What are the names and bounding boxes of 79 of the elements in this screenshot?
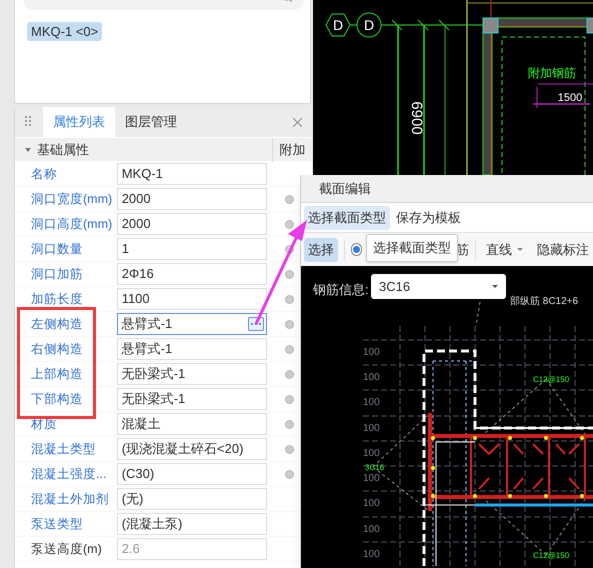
component-chip[interactable]: MKQ-1 <0> — [27, 22, 102, 41]
attach-radio[interactable] — [285, 420, 294, 428]
rebar-dropdown[interactable]: 3C16 — [371, 274, 506, 299]
rebar-annotation: C12@150 — [533, 375, 570, 384]
close-icon[interactable] — [293, 118, 302, 127]
property-value-field[interactable]: MKQ-1 — [116, 163, 268, 185]
property-label: 下部构造 — [30, 390, 84, 408]
property-value-field[interactable]: 2Φ16 — [116, 263, 268, 285]
property-value-field[interactable]: 混凝土 — [116, 413, 268, 435]
panel-tab[interactable]: 图层管理 — [115, 107, 187, 137]
axis-label: D — [332, 17, 344, 33]
property-label: 左侧构造 — [30, 316, 84, 333]
attach-radio[interactable] — [285, 344, 294, 354]
rebar-annotation: 3C16 — [365, 463, 384, 472]
attach-radio[interactable] — [285, 444, 294, 454]
dimension-label: 6900 — [408, 101, 425, 135]
property-label: 加筋长度 — [30, 290, 84, 308]
property-value-field[interactable]: 无卧梁式-1 — [116, 363, 268, 385]
property-value-field[interactable]: 无卧梁式-1 — [116, 388, 268, 410]
dropdown-arrow-icon — [492, 285, 498, 288]
panel-tab[interactable]: 属性列表 — [43, 107, 115, 137]
grid-label: 100 — [363, 423, 380, 434]
property-value-field[interactable]: 悬臂式-1 — [116, 338, 268, 360]
property-value-field[interactable]: 1100 — [116, 288, 268, 310]
tooltip: 选择截面类型 — [366, 234, 458, 262]
rebar-annotation: C12@150 — [533, 551, 570, 560]
attach-radio[interactable] — [285, 394, 294, 404]
attach-radio[interactable] — [285, 470, 294, 478]
property-label: 混凝土类型 — [30, 440, 97, 458]
grid-label: 100 — [363, 473, 380, 484]
property-value-field[interactable]: 2000 — [116, 213, 268, 235]
axis-label: D — [364, 17, 374, 33]
menu-item[interactable]: 保存为模板 — [392, 206, 465, 230]
property-value-field[interactable]: (无) — [116, 488, 268, 510]
grid-label: 100 — [363, 549, 380, 560]
property-value-field[interactable]: (C30) — [116, 463, 268, 485]
attach-radio[interactable] — [285, 320, 294, 328]
attach-radio[interactable] — [285, 220, 294, 228]
dimension-label: 1500 — [558, 92, 582, 104]
property-label: 上部构造 — [30, 366, 84, 383]
property-label: 洞口宽度(mm) — [30, 190, 114, 208]
grid-label: 100 — [363, 372, 380, 383]
rebar-note: 部纵筋 8C12+6 — [510, 294, 578, 309]
caret-icon — [517, 248, 524, 251]
grid-label: 100 — [363, 498, 380, 509]
room-label: 附加钢筋 — [528, 66, 576, 80]
property-label: 混凝土强度... — [30, 466, 108, 483]
grid-label: 100 — [363, 524, 380, 535]
grid-label: 100 — [363, 397, 380, 408]
property-label: 右侧构造 — [30, 340, 84, 358]
property-value-field[interactable]: 1 — [116, 238, 268, 260]
group-title: 基础属性 — [37, 140, 89, 159]
radio-button[interactable] — [350, 243, 362, 256]
grid-label: 100 — [363, 448, 380, 459]
column-header: 附加 — [272, 138, 312, 162]
attach-radio[interactable] — [285, 294, 294, 304]
toolbar-button[interactable]: 选择 — [304, 238, 338, 262]
attach-radio[interactable] — [285, 270, 294, 278]
property-label: 洞口高度(mm) — [30, 216, 114, 233]
property-value-field[interactable]: 悬臂式-1 — [116, 313, 268, 335]
property-value-field[interactable]: 2000 — [116, 188, 268, 210]
property-label: 洞口数量 — [30, 240, 84, 258]
property-label: 泵送类型 — [30, 516, 84, 533]
property-value-field[interactable]: (现浇混凝土碎石<20) — [116, 438, 268, 460]
property-value-field[interactable]: (混凝土泵) — [116, 513, 268, 535]
property-label: 泵送高度(m) — [30, 540, 103, 558]
property-label: 名称 — [30, 166, 58, 183]
drag-handle-icon[interactable] — [25, 116, 31, 128]
property-label: 洞口加筋 — [30, 266, 84, 283]
dialog-title: 截面编辑 — [319, 180, 371, 198]
line-type-dropdown[interactable]: 直线 — [482, 238, 528, 262]
toolbar-button[interactable]: 隐藏标注 — [533, 238, 593, 262]
property-label: 混凝土外加剂 — [30, 490, 110, 508]
grid-label: 100 — [363, 347, 380, 358]
menu-item[interactable]: 选择截面类型 — [304, 206, 390, 230]
attach-radio[interactable] — [285, 194, 294, 204]
attach-radio[interactable] — [285, 370, 294, 378]
collapse-arrow-icon[interactable] — [25, 148, 31, 152]
rebar-info-label: 钢筋信息: — [313, 281, 369, 299]
